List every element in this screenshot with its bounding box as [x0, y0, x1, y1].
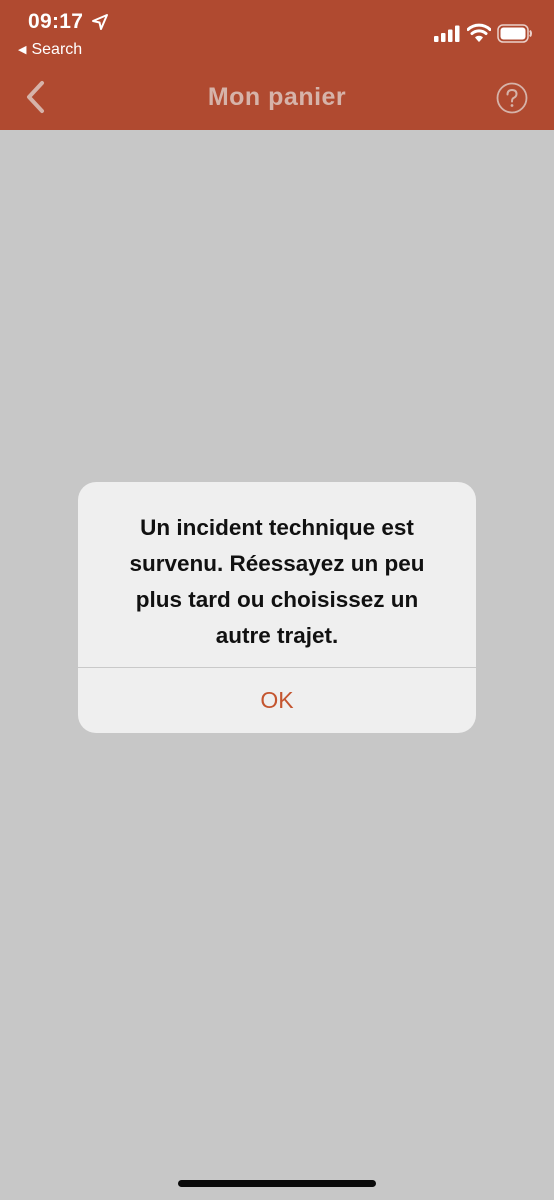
- status-time: 09:17: [28, 10, 84, 33]
- alert-message: Un incident technique est survenu. Réess…: [129, 515, 425, 648]
- wifi-icon: [466, 23, 492, 47]
- location-arrow-icon: [90, 12, 110, 32]
- help-circle-icon[interactable]: [496, 82, 528, 114]
- back-to-search-link[interactable]: ◀ Search: [18, 41, 82, 59]
- navigation-bar: Mon panier: [0, 64, 554, 130]
- status-bar: 09:17 ◀ Search: [0, 0, 554, 64]
- ok-button[interactable]: OK: [78, 668, 476, 733]
- alert-dialog: Un incident technique est survenu. Réess…: [78, 482, 476, 733]
- back-triangle-icon: ◀: [18, 43, 27, 56]
- page-title: Mon panier: [207, 83, 347, 111]
- back-to-search-label: Search: [31, 41, 83, 58]
- battery-icon: [497, 24, 533, 48]
- chevron-left-icon[interactable]: [18, 78, 52, 116]
- home-indicator[interactable]: [178, 1180, 376, 1187]
- cellular-signal-icon: [434, 25, 460, 47]
